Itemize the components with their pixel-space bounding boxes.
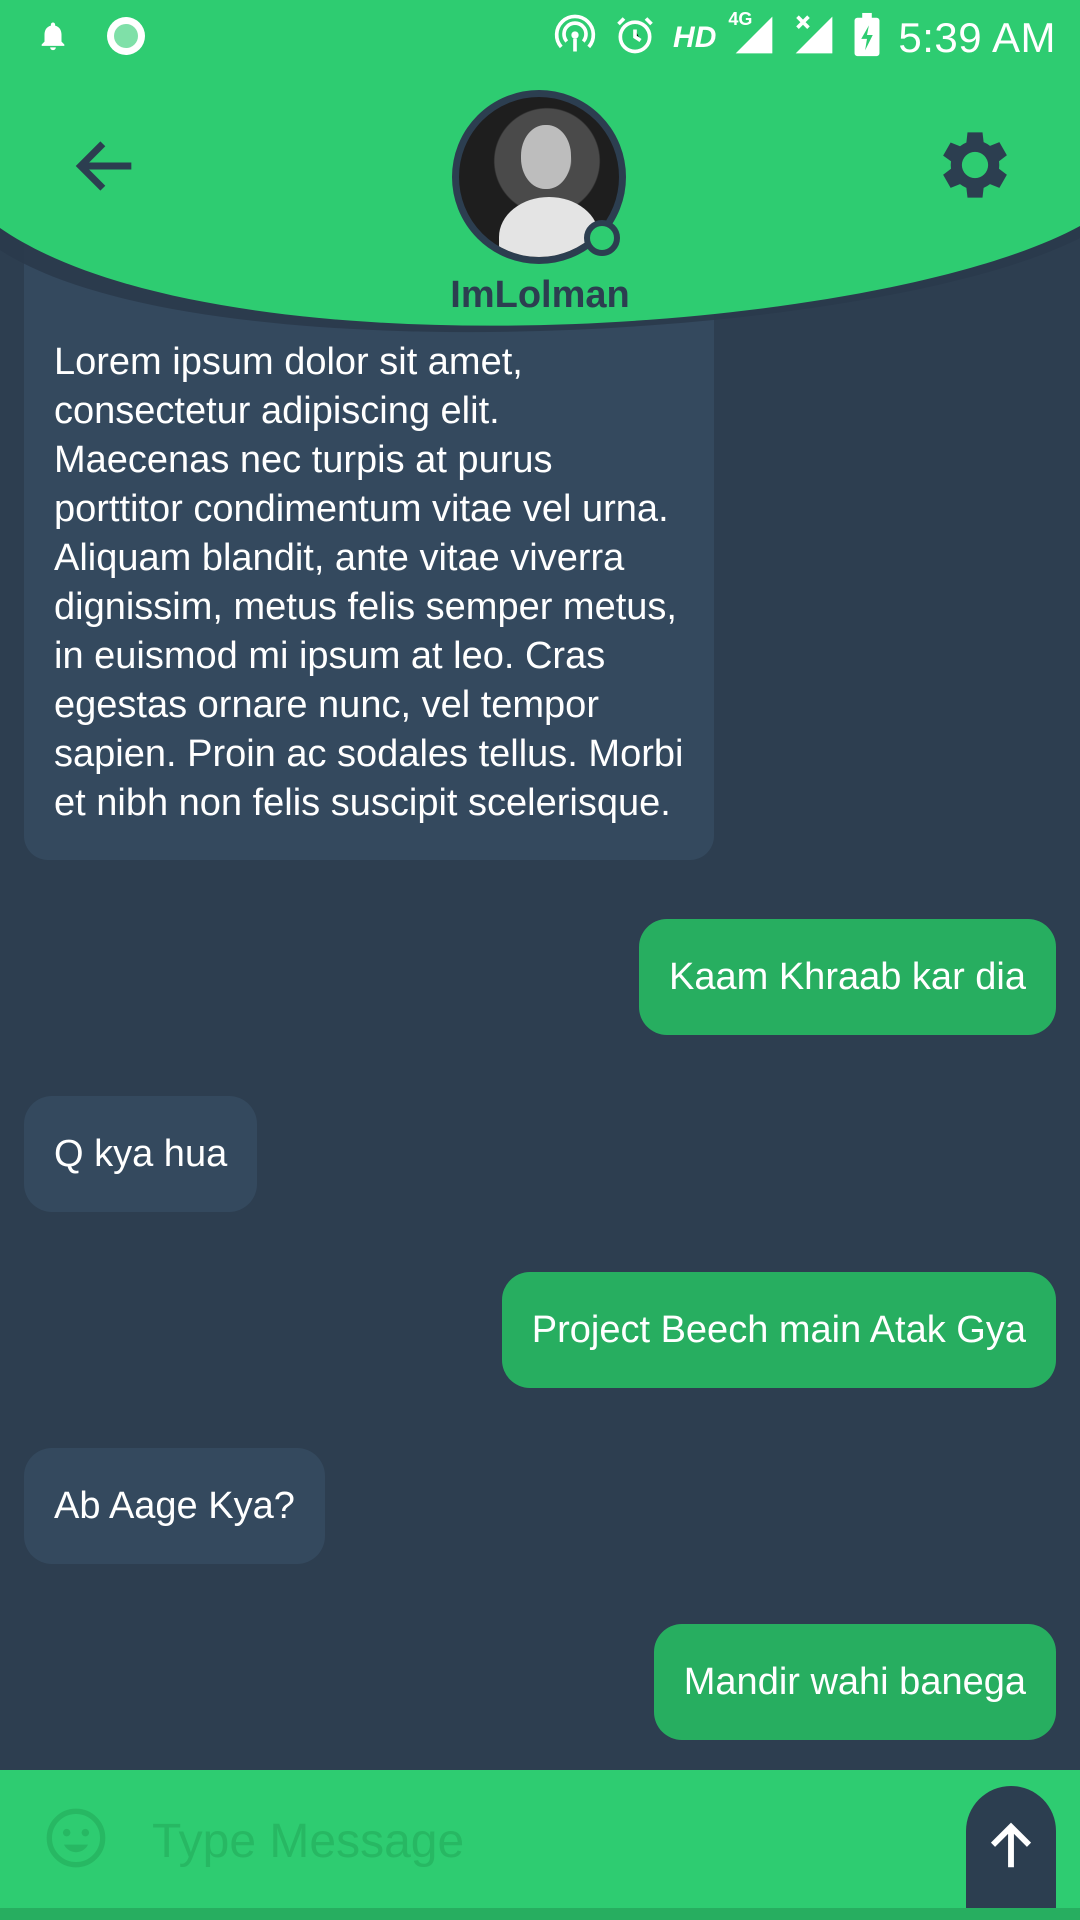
message-bubble-outgoing[interactable]: Mandir wahi banega — [653, 1624, 1056, 1740]
online-status-indicator — [584, 220, 620, 256]
signal-no-data-icon — [792, 13, 836, 62]
message-list[interactable]: Lorem ipsum dolor sit amet, consectetur … — [0, 0, 1080, 1770]
smiley-icon — [46, 1808, 106, 1868]
notification-bell-icon — [36, 18, 70, 59]
status-bar: HD 4G 5:39 AM — [0, 0, 1080, 74]
arrow-left-icon — [75, 141, 132, 191]
settings-button[interactable] — [930, 120, 1020, 210]
arrow-up-icon — [990, 1822, 1032, 1868]
composer-bottom-strip — [0, 1908, 1080, 1920]
message-text: Q kya hua — [54, 1132, 228, 1175]
avatar-body — [499, 197, 599, 257]
emoji-button[interactable] — [44, 1806, 108, 1870]
message-bubble-outgoing[interactable]: Kaam Khraab kar dia — [639, 919, 1056, 1035]
signal-icon: 4G — [728, 9, 776, 62]
message-text: Ab Aage Kya? — [54, 1484, 295, 1527]
hd-label: HD — [673, 20, 717, 54]
hotspot-icon — [553, 13, 597, 62]
message-bubble-incoming[interactable]: Q kya hua — [24, 1096, 258, 1212]
circle-app-icon — [104, 14, 148, 63]
gear-icon — [943, 132, 1007, 198]
message-bubble-outgoing[interactable]: Project Beech main Atak Gya — [501, 1272, 1056, 1388]
network-type-label: 4G — [728, 9, 753, 29]
message-composer — [0, 1770, 1080, 1920]
back-button[interactable] — [68, 128, 144, 204]
send-button[interactable] — [966, 1786, 1056, 1908]
battery-charging-icon — [852, 12, 882, 63]
message-text: Lorem ipsum dolor sit amet, consectetur … — [54, 341, 684, 824]
message-text: Kaam Khraab kar dia — [669, 955, 1026, 998]
avatar-head — [521, 125, 571, 189]
contact-name[interactable]: ImLolman — [340, 274, 740, 317]
message-input[interactable] — [150, 1798, 934, 1884]
alarm-icon — [613, 13, 657, 62]
message-text: Mandir wahi banega — [683, 1660, 1026, 1703]
message-text: Project Beech main Atak Gya — [531, 1308, 1026, 1351]
message-bubble-incoming[interactable]: Ab Aage Kya? — [24, 1448, 325, 1564]
status-time: 5:39 AM — [898, 13, 1056, 61]
